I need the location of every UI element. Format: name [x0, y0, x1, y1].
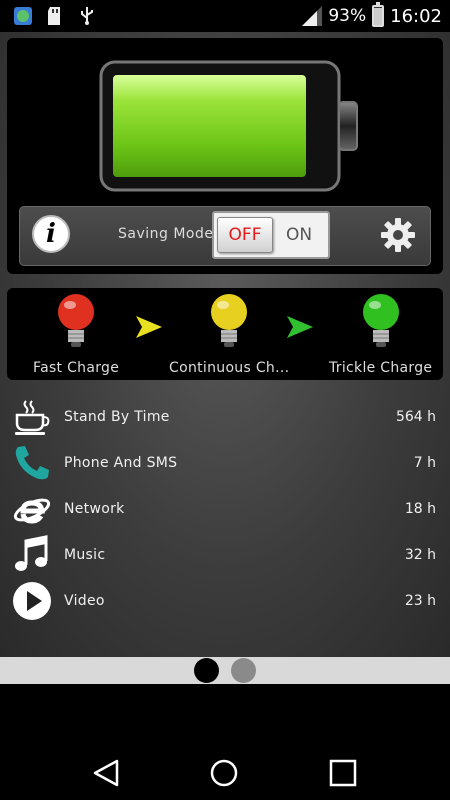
recents-icon[interactable]: [328, 758, 358, 788]
back-icon[interactable]: [91, 758, 121, 788]
stage-label: Trickle Charge: [329, 360, 433, 376]
navigation-bar: [0, 684, 450, 800]
list-item[interactable]: Network 18 h: [0, 486, 450, 532]
list-item-value: 18 h: [404, 501, 436, 517]
status-bar: 93% 16:02: [0, 0, 450, 32]
arrow-right-icon: [287, 316, 313, 338]
gear-icon[interactable]: [380, 217, 416, 253]
stage-fast-charge: Fast Charge: [33, 292, 119, 376]
battery-level-graphic: [99, 60, 358, 192]
list-item-value: 564 h: [395, 409, 436, 425]
page-dot-inactive[interactable]: [231, 658, 256, 683]
saving-mode-bar: i Saving Mode OFF ON: [19, 206, 431, 266]
stage-label: Fast Charge: [33, 360, 120, 376]
battery-percent: 93%: [328, 6, 367, 26]
info-button[interactable]: i: [32, 215, 70, 253]
phone-icon: [12, 443, 52, 483]
toggle-on-label: ON: [285, 225, 313, 245]
battery-panel: i Saving Mode OFF ON: [7, 38, 443, 274]
list-item[interactable]: Phone And SMS 7 h: [0, 440, 450, 486]
list-item-value: 32 h: [404, 547, 436, 563]
stage-continuous-charge: Continuous Ch...: [169, 292, 289, 376]
stage-trickle-charge: Trickle Charge: [329, 292, 432, 376]
saving-mode-toggle[interactable]: OFF ON: [212, 211, 330, 259]
usage-list: Stand By Time 564 h Phone And SMS 7 h Ne…: [0, 394, 450, 624]
list-item-value: 23 h: [404, 593, 436, 609]
sd-card-icon: [44, 5, 66, 27]
saving-mode-label: Saving Mode: [118, 226, 214, 242]
bulb-icon: [211, 294, 248, 347]
list-item[interactable]: Video 23 h: [0, 578, 450, 624]
battery-charging-icon: [372, 2, 385, 27]
home-icon[interactable]: [209, 758, 239, 788]
page-dot-active[interactable]: [194, 658, 219, 683]
list-item-label: Phone And SMS: [64, 455, 178, 471]
arrow-right-icon: [136, 316, 162, 338]
list-item[interactable]: Stand By Time 564 h: [0, 394, 450, 440]
internet-explorer-icon: [12, 489, 52, 529]
app-icon: [12, 5, 34, 27]
charge-stages: Fast Charge Continuous Ch... Trickle Cha…: [7, 288, 443, 380]
usb-icon: [76, 5, 98, 27]
list-item-label: Network: [64, 501, 125, 517]
list-item-label: Video: [64, 593, 105, 609]
clock: 16:02: [390, 5, 442, 27]
page-indicator: [0, 657, 450, 684]
list-item[interactable]: Music 32 h: [0, 532, 450, 578]
music-note-icon: [12, 535, 52, 575]
toggle-off-label: OFF: [217, 217, 273, 253]
list-item-label: Stand By Time: [64, 409, 170, 425]
main-area: i Saving Mode OFF ON Fast Charge Continu…: [0, 32, 450, 657]
list-item-label: Music: [64, 547, 106, 563]
signal-icon: [300, 5, 323, 27]
list-item-value: 7 h: [413, 455, 436, 471]
bulb-icon: [58, 294, 95, 347]
play-icon: [12, 581, 52, 621]
bulb-icon: [362, 294, 399, 347]
coffee-cup-icon: [12, 397, 52, 437]
stage-label: Continuous Ch...: [169, 360, 290, 376]
